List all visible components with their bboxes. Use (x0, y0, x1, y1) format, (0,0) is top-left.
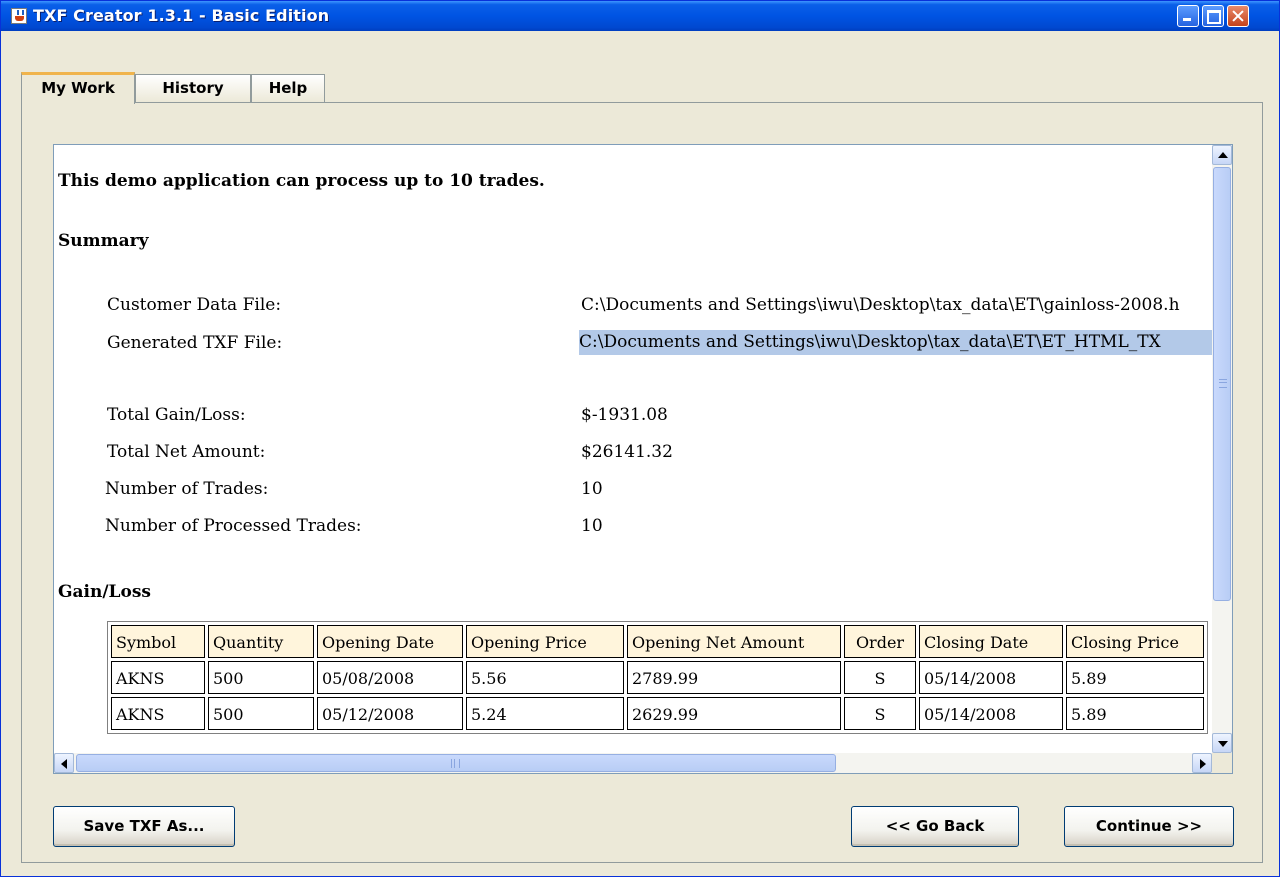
cell-closing-date: 05/14/2008 (919, 697, 1063, 730)
grip-icon (451, 759, 460, 768)
gainloss-table: Symbol Quantity Opening Date Opening Pri… (107, 621, 1208, 734)
title-bar[interactable]: TXF Creator 1.3.1 - Basic Edition (1, 1, 1279, 31)
net-amount-label: Total Net Amount: (107, 442, 266, 462)
gain-loss-label: Total Gain/Loss: (107, 405, 246, 425)
window-title: TXF Creator 1.3.1 - Basic Edition (33, 6, 330, 25)
col-header-opening-date: Opening Date (317, 625, 463, 658)
gain-loss-value: $-1931.08 (581, 405, 668, 425)
arrow-left-icon (61, 759, 67, 769)
minimize-button[interactable] (1177, 5, 1199, 27)
tab-help[interactable]: Help (251, 74, 325, 102)
cell-opening-net-amount: 2629.99 (627, 697, 841, 730)
report-scroll-pane: This demo application can process up to … (53, 144, 1233, 774)
cell-closing-date: 05/14/2008 (919, 661, 1063, 694)
trades-label: Number of Trades: (105, 479, 269, 499)
report-content: This demo application can process up to … (54, 145, 1212, 753)
go-back-button[interactable]: << Go Back (851, 806, 1019, 847)
col-header-symbol: Symbol (111, 625, 205, 658)
tab-history[interactable]: History (135, 74, 251, 102)
maximize-button[interactable] (1202, 5, 1224, 27)
summary-heading: Summary (58, 231, 149, 251)
col-header-closing-date: Closing Date (919, 625, 1063, 658)
arrow-up-icon (1218, 152, 1228, 158)
vertical-scroll-thumb[interactable] (1213, 167, 1231, 601)
horizontal-scroll-thumb[interactable] (76, 754, 836, 772)
cell-closing-price: 5.89 (1066, 661, 1204, 694)
scroll-down-button[interactable] (1212, 733, 1232, 753)
table-row: AKNS 500 05/12/2008 5.24 2629.99 S 05/14… (111, 697, 1204, 730)
cell-order: S (844, 697, 916, 730)
cell-symbol: AKNS (111, 697, 205, 730)
save-txf-button[interactable]: Save TXF As... (53, 806, 235, 847)
close-button[interactable] (1227, 5, 1249, 27)
cell-opening-date: 05/08/2008 (317, 661, 463, 694)
cell-opening-net-amount: 2789.99 (627, 661, 841, 694)
java-app-icon (11, 8, 27, 24)
horizontal-scrollbar[interactable] (54, 753, 1212, 773)
col-header-closing-price: Closing Price (1066, 625, 1204, 658)
cell-order: S (844, 661, 916, 694)
customer-file-value: C:\Documents and Settings\iwu\Desktop\ta… (581, 295, 1180, 315)
cell-symbol: AKNS (111, 661, 205, 694)
trades-value: 10 (581, 479, 603, 499)
scroll-left-button[interactable] (54, 753, 74, 773)
cell-quantity: 500 (208, 697, 314, 730)
table-header-row: Symbol Quantity Opening Date Opening Pri… (111, 625, 1204, 658)
processed-value: 10 (581, 516, 603, 536)
continue-button[interactable]: Continue >> (1064, 806, 1234, 847)
cell-quantity: 500 (208, 661, 314, 694)
col-header-order: Order (844, 625, 916, 658)
arrow-down-icon (1218, 741, 1228, 747)
net-amount-value: $26141.32 (581, 442, 673, 462)
col-header-opening-net-amount: Opening Net Amount (627, 625, 841, 658)
cell-opening-price: 5.24 (466, 697, 624, 730)
processed-label: Number of Processed Trades: (105, 516, 362, 536)
tab-my-work[interactable]: My Work (21, 72, 135, 104)
gainloss-heading: Gain/Loss (58, 582, 151, 602)
cell-opening-date: 05/12/2008 (317, 697, 463, 730)
grip-icon (1219, 379, 1227, 388)
arrow-right-icon (1200, 759, 1206, 769)
scroll-up-button[interactable] (1212, 145, 1232, 165)
cell-opening-price: 5.56 (466, 661, 624, 694)
cell-closing-price: 5.89 (1066, 697, 1204, 730)
vertical-scrollbar[interactable] (1212, 145, 1232, 753)
txf-file-value[interactable]: C:\Documents and Settings\iwu\Desktop\ta… (579, 330, 1212, 355)
app-window: TXF Creator 1.3.1 - Basic Edition My Wor… (0, 0, 1280, 877)
txf-file-label: Generated TXF File: (107, 333, 283, 353)
col-header-opening-price: Opening Price (466, 625, 624, 658)
scroll-corner (1212, 753, 1232, 773)
customer-file-label: Customer Data File: (107, 295, 282, 315)
scroll-right-button[interactable] (1192, 753, 1212, 773)
col-header-quantity: Quantity (208, 625, 314, 658)
table-row: AKNS 500 05/08/2008 5.56 2789.99 S 05/14… (111, 661, 1204, 694)
demo-notice: This demo application can process up to … (58, 171, 545, 191)
